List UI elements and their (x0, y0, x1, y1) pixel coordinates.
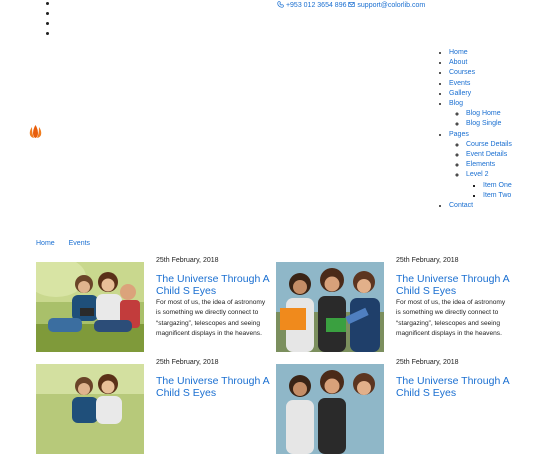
nav-pages[interactable]: Pages (449, 131, 469, 138)
nav-item-one[interactable]: Item One (483, 182, 512, 189)
nav-level-2[interactable]: Level 2 (466, 171, 489, 178)
nav-contact[interactable]: Contact (449, 202, 473, 209)
nav-event-details[interactable]: Event Details (466, 151, 507, 158)
breadcrumb-events[interactable]: Events (69, 240, 90, 247)
nav-gallery[interactable]: Gallery (449, 90, 471, 97)
nav-blog-single[interactable]: Blog Single (466, 120, 501, 127)
nav-about[interactable]: About (449, 59, 467, 66)
email-link[interactable]: support@colorlib.com (357, 2, 425, 9)
event-date: 25th February, 2018 (156, 359, 219, 366)
nav-blog-home[interactable]: Blog Home (466, 110, 501, 117)
event-image[interactable] (36, 364, 144, 454)
main-menu: Home About Courses Events Gallery Blog B… (449, 48, 512, 211)
site-logo[interactable] (28, 125, 43, 140)
breadcrumb-home[interactable]: Home (36, 240, 55, 247)
event-title[interactable]: The Universe Through A Child S Eyes (396, 273, 516, 297)
event-date: 25th February, 2018 (396, 257, 459, 264)
event-title[interactable]: The Universe Through A Child S Eyes (156, 375, 276, 399)
event-image[interactable] (276, 364, 384, 454)
phone-link[interactable]: +953 012 3654 896 (286, 2, 347, 9)
envelope-icon (348, 2, 356, 7)
event-image[interactable] (36, 262, 144, 352)
event-description: For most of us, the idea of astronomy is… (156, 299, 266, 338)
nav-elements[interactable]: Elements (466, 161, 495, 168)
event-title[interactable]: The Universe Through A Child S Eyes (396, 375, 516, 399)
contact-info: +953 012 3654 896 support@colorlib.com (277, 1, 425, 9)
event-date: 25th February, 2018 (396, 359, 459, 366)
nav-blog[interactable]: Blog (449, 100, 463, 107)
flame-logo-icon (29, 125, 42, 138)
nav-events[interactable]: Events (449, 80, 470, 87)
event-title[interactable]: The Universe Through A Child S Eyes (156, 273, 276, 297)
nav-home[interactable]: Home (449, 49, 468, 56)
nav-item-two[interactable]: Item Two (483, 192, 511, 199)
event-image[interactable] (276, 262, 384, 352)
event-date: 25th February, 2018 (156, 257, 219, 264)
nav-course-details[interactable]: Course Details (466, 141, 512, 148)
nav-courses[interactable]: Courses (449, 69, 475, 76)
phone-icon (277, 1, 284, 8)
event-description: For most of us, the idea of astronomy is… (396, 299, 506, 338)
breadcrumb: Home Events (36, 240, 102, 247)
